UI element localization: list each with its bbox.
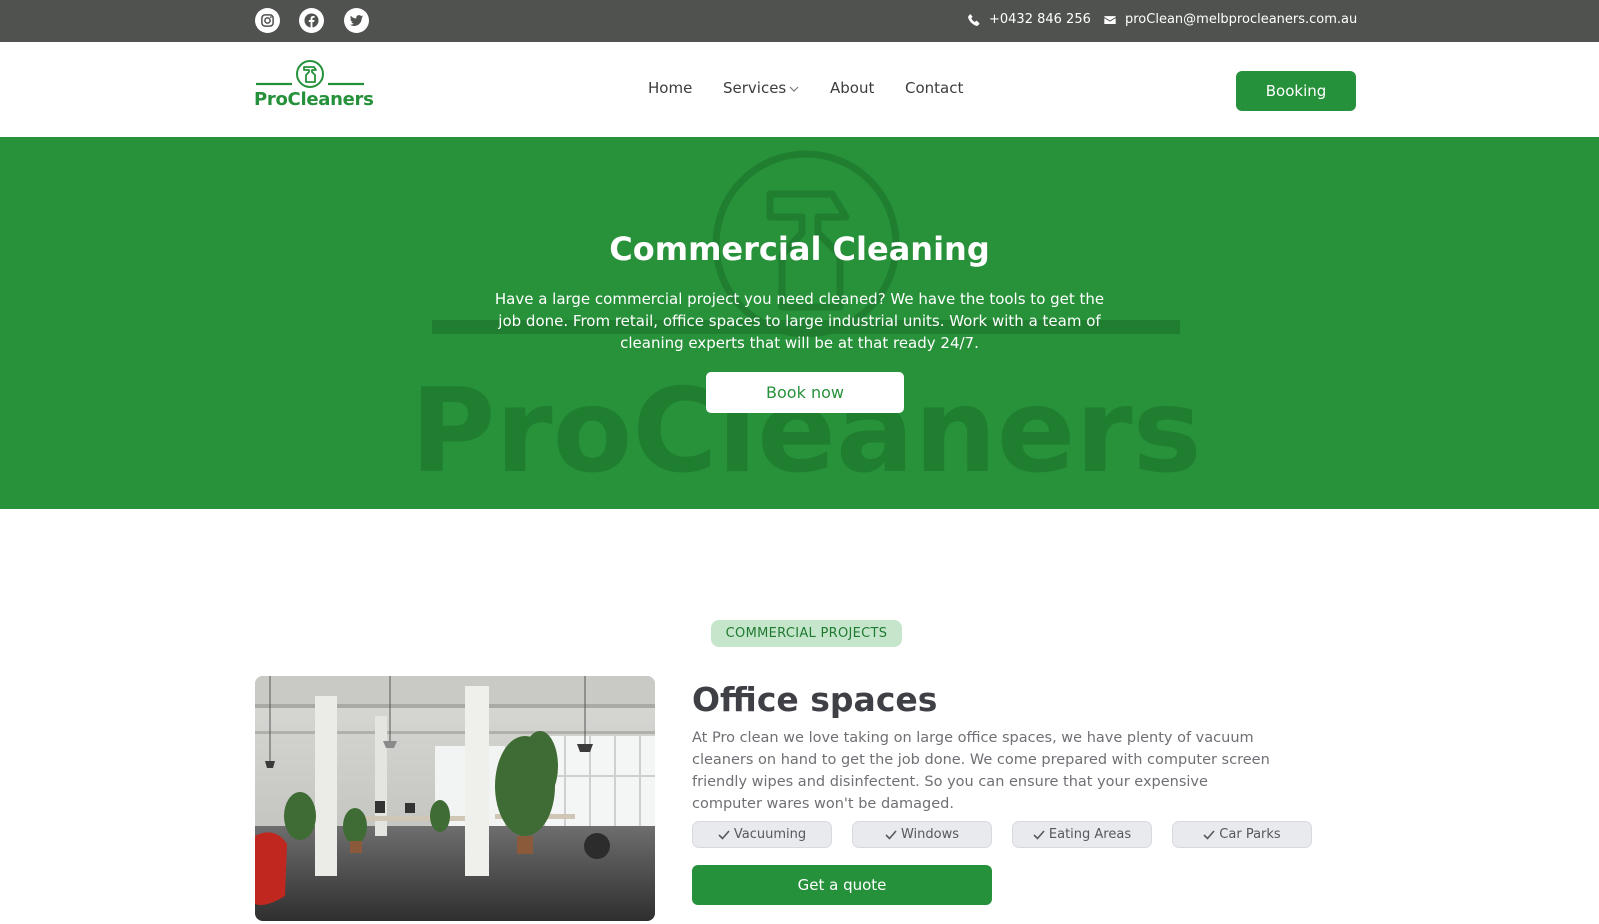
instagram-icon[interactable]: [255, 8, 280, 33]
nav-contact[interactable]: Contact: [905, 79, 963, 97]
tag-label: Car Parks: [1219, 827, 1281, 842]
instagram-glyph: [261, 14, 274, 27]
envelope-icon: [1104, 15, 1116, 24]
twitter-icon[interactable]: [344, 8, 369, 33]
tag-car-parks: Car Parks: [1172, 821, 1312, 848]
nav-home[interactable]: Home: [648, 79, 692, 97]
checkmark-icon: [718, 829, 730, 840]
tag-eating-areas: Eating Areas: [1012, 821, 1152, 848]
top-bar: +0432 846 256 proClean@melbprocleaners.c…: [0, 0, 1599, 42]
tag-vacuuming: Vacuuming: [692, 821, 832, 848]
email-address: proClean@melbprocleaners.com.au: [1125, 12, 1358, 27]
email-contact[interactable]: proClean@melbprocleaners.com.au: [1103, 12, 1357, 27]
checkmark-icon: [1033, 829, 1045, 840]
checkmark-icon: [885, 829, 897, 840]
nav-about[interactable]: About: [830, 79, 874, 97]
logo-text: ProCleaners: [254, 89, 374, 110]
twitter-glyph: [349, 15, 364, 26]
section-label-pill: COMMERCIAL PROJECTS: [711, 620, 902, 647]
get-a-quote-button[interactable]: Get a quote: [692, 865, 992, 905]
hero-banner: ProCleaners Commercial Cleaning Have a l…: [0, 137, 1599, 509]
hero-title: Commercial Cleaning: [609, 230, 990, 268]
procleaners-logo[interactable]: ProCleaners: [254, 60, 374, 114]
nav-services-label: Services: [723, 79, 787, 97]
hero-description: Have a large commercial project you need…: [494, 290, 1105, 352]
facebook-glyph: [304, 13, 319, 28]
phone-icon: [968, 13, 980, 26]
tag-label: Vacuuming: [733, 827, 807, 842]
phone-contact[interactable]: +0432 846 256: [967, 12, 1091, 27]
book-now-button[interactable]: Book now: [706, 372, 904, 413]
tag-label: Windows: [900, 827, 960, 842]
office-spaces-description: At Pro clean we love taking on large off…: [692, 730, 1270, 812]
nav-services[interactable]: Services: [723, 79, 799, 97]
main-navbar: [0, 42, 1599, 137]
chevron-down-icon: [789, 86, 799, 92]
tag-windows: Windows: [852, 821, 992, 848]
phone-number: +0432 846 256: [989, 12, 1091, 27]
facebook-icon[interactable]: [299, 8, 324, 33]
office-photo: [255, 676, 655, 921]
office-spaces-title: Office spaces: [692, 680, 938, 719]
logo-mark-icon: [256, 60, 364, 88]
office-image: [255, 676, 655, 921]
booking-button[interactable]: Booking: [1236, 71, 1356, 111]
tag-label: Eating Areas: [1048, 827, 1132, 842]
checkmark-icon: [1203, 829, 1215, 840]
